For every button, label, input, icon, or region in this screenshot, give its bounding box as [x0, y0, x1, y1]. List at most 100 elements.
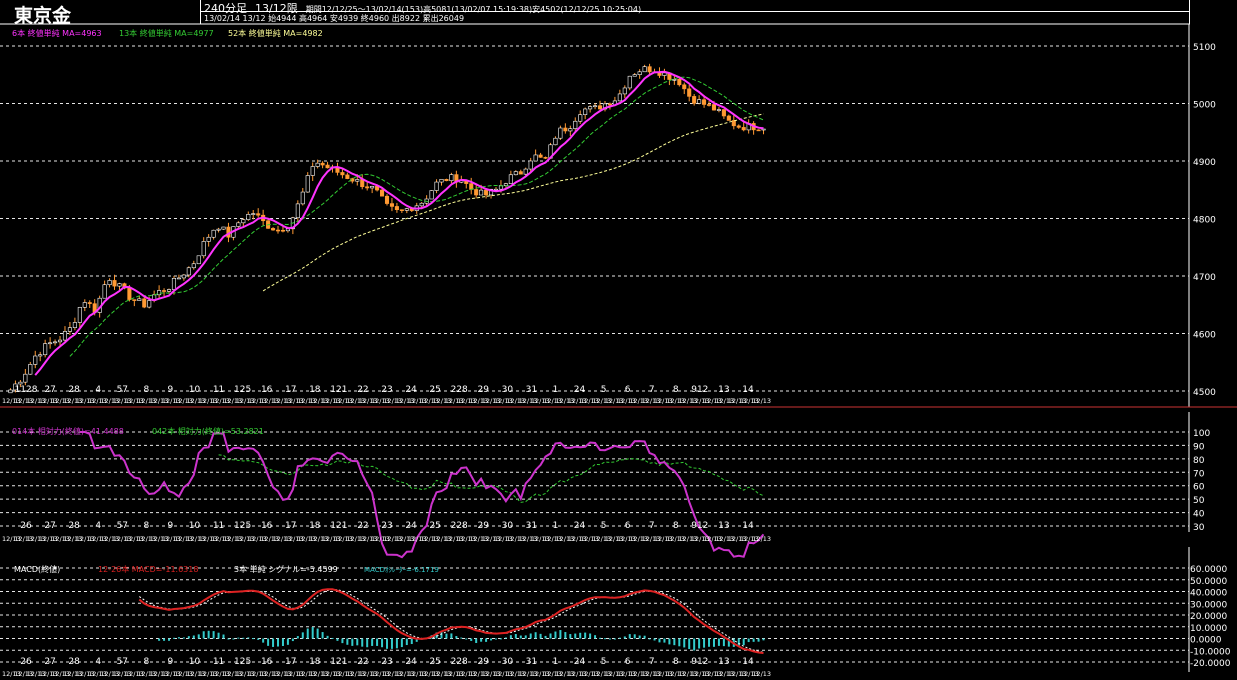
rsi-panel: 30 40 50 60 70 80 90 100 014本 相対力(終値)=41.4488 0…: [0, 412, 1210, 559]
candle-body: [186, 267, 191, 276]
x-tick-label: 30: [502, 657, 514, 667]
x-tick-label: 23: [381, 385, 392, 395]
macd-osc-bar: [643, 635, 646, 639]
macd-osc-bar: [197, 634, 200, 639]
candle-body: [756, 129, 761, 132]
macd-osc-bar: [356, 638, 359, 646]
macd-osc-bar: [177, 637, 180, 639]
candle-body: [251, 213, 256, 215]
candle-body: [271, 228, 276, 231]
candle-body: [503, 183, 508, 186]
x-tick-label: 912: [691, 521, 708, 531]
candle-body: [162, 290, 167, 292]
candle-body: [320, 162, 325, 166]
x-tick-label: 29: [478, 521, 490, 531]
candle-body: [87, 302, 92, 304]
macd-osc-bar: [212, 631, 215, 639]
rsi-grid: [0, 431, 1189, 527]
macd-osc-bar: [336, 638, 339, 641]
candle-body: [528, 160, 533, 170]
x-tick-label: 23: [381, 521, 392, 531]
macd-osc-bar: [722, 638, 725, 647]
x-tick-label: 14: [742, 521, 754, 531]
macd-osc-bar: [242, 637, 245, 639]
macd-oscillator-bars: [158, 627, 765, 651]
macd-osc-bar: [440, 632, 443, 639]
macd-osc-bar: [663, 638, 666, 643]
candle-body: [593, 105, 598, 108]
macd-osc-bar: [450, 633, 453, 639]
candle-body: [429, 190, 434, 200]
candle-body: [687, 88, 692, 97]
candle-body: [181, 274, 186, 279]
macd-osc-bar: [281, 638, 284, 646]
macd-y-axis: 60.0000 50.0000 40.000030.0000 20.0000 10.00…: [1190, 565, 1231, 669]
macd-osc-bar: [267, 638, 270, 646]
price-y-tick-label: 5000: [1193, 101, 1216, 111]
x-tick-label: 14: [742, 385, 754, 395]
candle-body: [563, 127, 568, 132]
macd-osc-bar: [410, 638, 413, 645]
macd-osc-bar: [703, 638, 706, 648]
x-tick-label: 10: [189, 521, 201, 531]
macd-osc-bar: [688, 638, 691, 650]
macd-osc-bar: [172, 637, 175, 639]
candle-body: [706, 104, 712, 106]
candle-body: [340, 172, 345, 176]
candle-body: [573, 120, 578, 129]
macd-osc-bar: [559, 630, 562, 639]
x-tick-label: 29: [478, 657, 490, 667]
macd-osc-bar: [192, 635, 195, 639]
candle-body: [662, 72, 667, 76]
macd-osc-bar: [762, 638, 765, 641]
candle-body: [583, 108, 588, 115]
macd-osc-bar: [386, 638, 388, 649]
candle-body: [449, 174, 454, 182]
macd-panel: 60.000050.000040.000030.000020.000010.00…: [0, 547, 1231, 678]
macd-osc-bar: [346, 638, 349, 645]
candle-body: [166, 289, 172, 292]
price-grid: [0, 45, 1189, 392]
macd-osc-bar: [272, 638, 275, 647]
x-tick-label: 25: [429, 657, 440, 667]
macd-osc-bar: [490, 638, 493, 641]
macd-osc-bar: [717, 638, 720, 646]
macd-osc-bar: [623, 636, 626, 639]
macd-osc-bar: [519, 635, 522, 639]
x-tick-label: 17: [285, 385, 296, 395]
candle-body: [617, 93, 622, 102]
candle-body: [43, 343, 48, 356]
candle-body: [399, 209, 404, 211]
macd-osc-bar: [579, 632, 582, 639]
candle-body: [538, 154, 543, 158]
macd-osc-bar: [257, 638, 260, 640]
candle-body: [394, 206, 399, 210]
x-tick-label: 6: [625, 521, 631, 531]
x-tick-label: 23: [381, 657, 392, 667]
candle-body: [439, 178, 444, 183]
x-tick-label: 4: [95, 385, 101, 395]
macd-osc-bar: [207, 630, 210, 639]
macd-osc-bar: [366, 638, 369, 648]
x-year-label: 12/13: [752, 535, 771, 543]
macd-osc-bar: [202, 631, 205, 639]
macd-osc-bar: [232, 638, 235, 640]
macd-osc-bar: [460, 637, 463, 639]
macd-osc-bar: [554, 631, 557, 639]
x-tick-label: 121: [330, 385, 347, 395]
macd-osc-bar: [277, 638, 280, 647]
candle-body: [726, 115, 731, 121]
x-tick-label: 27: [44, 521, 55, 531]
price-y-tick-label: 4500: [1193, 388, 1216, 398]
macd-osc-bar: [668, 638, 671, 645]
candle-body: [637, 71, 642, 75]
candle-body: [484, 189, 489, 196]
candle-body: [404, 208, 409, 211]
x-tick-label: 1: [553, 385, 559, 395]
macd-osc-bar: [390, 638, 393, 649]
x-tick-label: 29: [478, 385, 490, 395]
macd-osc-bar: [524, 635, 527, 639]
x-tick-label: 228: [451, 657, 468, 667]
x-tick-label: 17: [285, 657, 296, 667]
macd-osc-bar: [678, 638, 681, 647]
